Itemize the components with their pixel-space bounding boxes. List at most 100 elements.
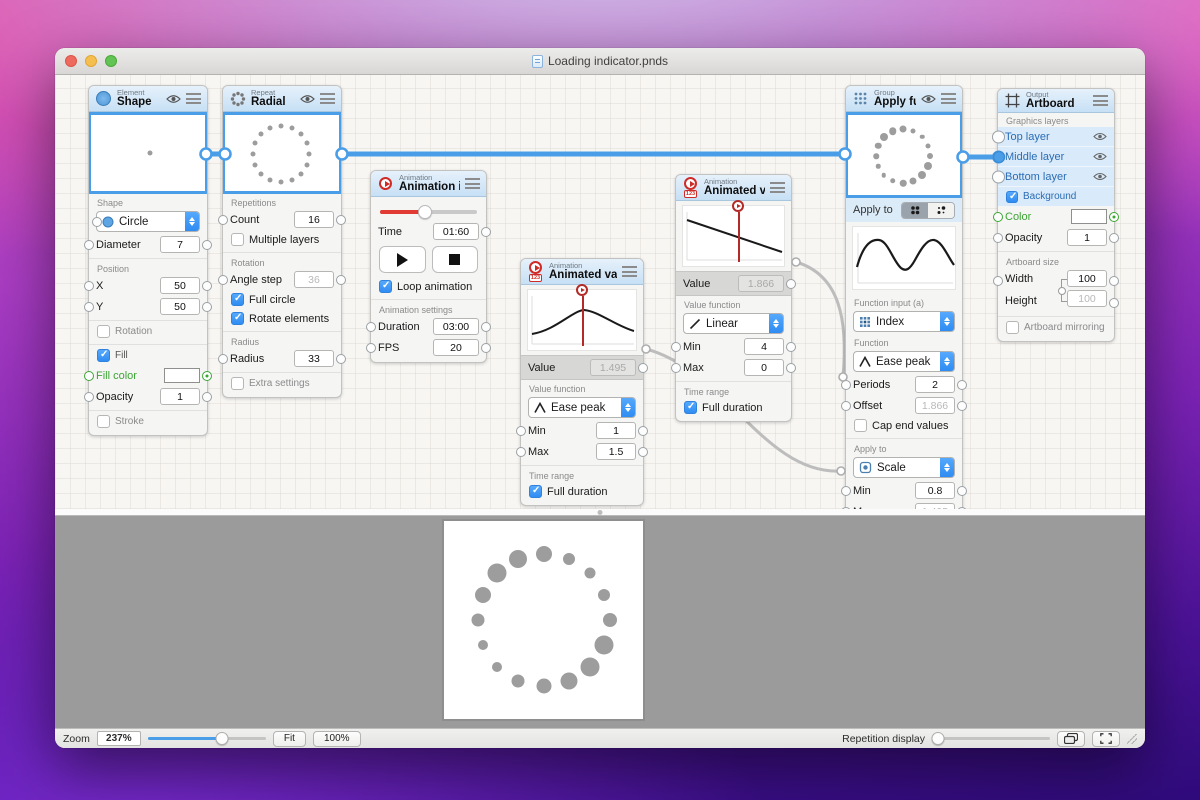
fill-color-swatch[interactable] (164, 368, 200, 383)
input-port[interactable] (516, 447, 526, 457)
artboard-mirroring-checkbox[interactable] (1006, 321, 1019, 334)
middle-layer-row[interactable]: Middle layer (998, 147, 1114, 167)
loop-animation-checkbox[interactable] (379, 280, 392, 293)
input-port[interactable] (671, 342, 681, 352)
output-port[interactable] (1109, 298, 1119, 308)
node-shape-header[interactable]: Element Shape (89, 86, 207, 112)
output-port[interactable] (336, 354, 346, 364)
output-port[interactable] (786, 363, 796, 373)
background-color-swatch[interactable] (1071, 209, 1107, 224)
node-animated-value-peak[interactable]: 123 Animation Animated value Value 1.495 (520, 258, 644, 506)
x-input[interactable]: 50 (160, 277, 200, 294)
cap-end-values-checkbox[interactable] (854, 419, 867, 432)
input-port[interactable] (218, 275, 228, 285)
output-port-color[interactable] (1109, 212, 1119, 222)
top-layer-row[interactable]: Top layer (998, 127, 1114, 147)
max-input[interactable]: 1.5 (596, 443, 636, 460)
periods-input[interactable]: 2 (915, 376, 955, 393)
apply-mode-uniform-icon[interactable] (902, 203, 928, 218)
repetition-display-slider[interactable] (932, 732, 1050, 745)
visibility-eye-icon[interactable] (166, 94, 181, 104)
count-input[interactable]: 16 (294, 211, 334, 228)
node-menu-icon[interactable] (465, 178, 480, 189)
layer-input-port-connected[interactable] (992, 150, 1005, 163)
input-port[interactable] (993, 233, 1003, 243)
input-port-color[interactable] (84, 371, 94, 381)
node-menu-icon[interactable] (186, 93, 201, 104)
full-circle-checkbox[interactable] (231, 293, 244, 306)
input-port-color[interactable] (993, 212, 1003, 222)
output-port[interactable] (638, 426, 648, 436)
visibility-eye-icon[interactable] (300, 94, 315, 104)
y-input[interactable]: 50 (160, 298, 200, 315)
function-dropdown[interactable]: Ease peak (853, 351, 955, 372)
stroke-checkbox[interactable] (97, 415, 110, 428)
node-animated-value-header[interactable]: 123 Animation Animated value (676, 175, 791, 201)
node-menu-icon[interactable] (770, 182, 785, 193)
node-apply-function-header[interactable]: Group Apply function (846, 86, 962, 112)
max-input[interactable]: 0 (744, 359, 784, 376)
bottom-layer-row[interactable]: Bottom layer (998, 167, 1114, 187)
zoom-slider[interactable] (148, 732, 266, 745)
layer-eye-icon[interactable] (1093, 132, 1107, 141)
input-port[interactable] (92, 217, 102, 227)
apply-mode-varied-icon[interactable] (928, 203, 954, 218)
node-animation-info[interactable]: Animation Animation info Time 01:60 Loop… (370, 170, 487, 363)
node-animated-value-header[interactable]: 123 Animation Animated value (521, 259, 643, 285)
output-port[interactable] (336, 215, 346, 225)
timeline-knob[interactable] (418, 205, 432, 219)
apply-mode-segmented-control[interactable] (901, 202, 955, 219)
shape-type-dropdown[interactable]: Circle (96, 211, 200, 232)
node-menu-icon[interactable] (320, 93, 335, 104)
input-port[interactable] (841, 486, 851, 496)
divider-handle-icon[interactable] (598, 510, 603, 515)
fullscreen-button[interactable] (1092, 731, 1120, 747)
value-function-dropdown[interactable]: Ease peak (528, 397, 636, 418)
output-port[interactable] (481, 227, 491, 237)
input-port[interactable] (84, 392, 94, 402)
layer-eye-icon[interactable] (1093, 172, 1107, 181)
input-port[interactable] (84, 302, 94, 312)
fill-checkbox[interactable] (97, 349, 110, 362)
hundred-percent-button[interactable]: 100% (313, 731, 361, 747)
node-radial[interactable]: Repeat Radial Repetitions Count 16 Multi… (222, 85, 342, 398)
offset-input[interactable]: 1.866 (915, 397, 955, 414)
opacity-input[interactable]: 1 (1067, 229, 1107, 246)
output-port[interactable] (957, 380, 967, 390)
output-port[interactable] (481, 343, 491, 353)
node-shape[interactable]: Element Shape Shape Circle Diameter 7 (88, 85, 208, 436)
background-checkbox[interactable] (1006, 191, 1018, 203)
extra-settings-checkbox[interactable] (231, 377, 244, 390)
apply-to-dropdown[interactable]: Scale (853, 457, 955, 478)
node-artboard-header[interactable]: Output Artboard (998, 89, 1114, 113)
input-port[interactable] (366, 322, 376, 332)
node-radial-header[interactable]: Repeat Radial (223, 86, 341, 112)
zoom-value-field[interactable]: 237% (97, 731, 141, 746)
input-port[interactable] (84, 240, 94, 250)
input-port[interactable] (218, 354, 228, 364)
min-input[interactable]: 1 (596, 422, 636, 439)
time-input[interactable]: 01:60 (433, 223, 479, 240)
output-port[interactable] (957, 486, 967, 496)
input-port[interactable] (218, 215, 228, 225)
output-port[interactable] (786, 342, 796, 352)
zoom-window-button[interactable] (105, 55, 117, 67)
duration-input[interactable]: 03:00 (433, 318, 479, 335)
repetition-slider-knob[interactable] (932, 732, 945, 745)
input-port[interactable] (671, 363, 681, 373)
input-port[interactable] (84, 281, 94, 291)
diameter-input[interactable]: 7 (160, 236, 200, 253)
full-duration-checkbox[interactable] (684, 401, 697, 414)
visibility-eye-icon[interactable] (921, 94, 936, 104)
input-port-connected[interactable] (841, 401, 851, 411)
input-port[interactable] (366, 343, 376, 353)
output-port-color[interactable] (202, 371, 212, 381)
zoom-slider-knob[interactable] (216, 732, 229, 745)
output-port[interactable] (202, 392, 212, 402)
input-port[interactable] (841, 380, 851, 390)
output-port[interactable] (1109, 276, 1119, 286)
output-port[interactable] (202, 240, 212, 250)
layer-eye-icon[interactable] (1093, 152, 1107, 161)
minimize-window-button[interactable] (85, 55, 97, 67)
play-button[interactable] (379, 246, 426, 273)
